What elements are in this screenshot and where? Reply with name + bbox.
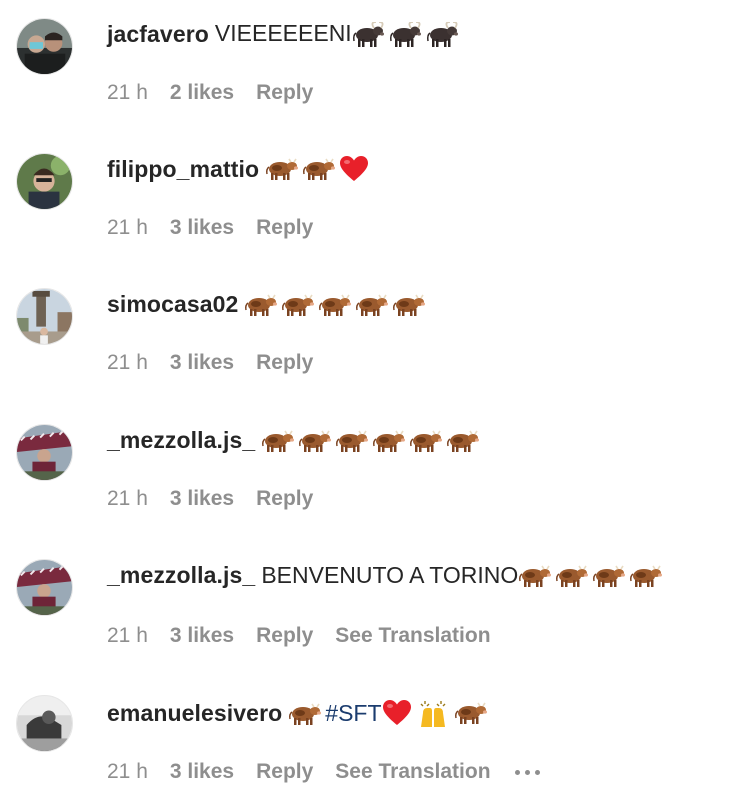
cow-emoji-icon (335, 429, 369, 453)
avatar[interactable] (16, 559, 73, 616)
emoji-group (265, 155, 372, 184)
cow-emoji-icon (409, 429, 443, 453)
emoji-group (261, 427, 483, 454)
likes-count[interactable]: 3 likes (170, 624, 234, 648)
raised-hands-emoji-icon (415, 698, 451, 728)
emoji-group (288, 700, 325, 727)
reply-button[interactable]: Reply (256, 81, 313, 105)
comment-text: BENVENUTO A TORINO (261, 562, 666, 589)
timestamp: 21 h (107, 81, 148, 104)
comment-meta: 21 h 3 likes Reply (107, 348, 335, 378)
username[interactable]: filippo_mattio (107, 156, 259, 183)
cow-emoji-icon (318, 293, 352, 317)
comment-line: simocasa02 (107, 284, 429, 324)
avatar[interactable] (16, 424, 73, 481)
ox-emoji-icon (352, 21, 386, 48)
ox-emoji-icon (426, 21, 460, 48)
cow-emoji-icon (392, 293, 426, 317)
cow-emoji-icon (355, 293, 389, 317)
more-options-icon[interactable] (514, 769, 540, 775)
see-translation-button[interactable]: See Translation (335, 624, 490, 648)
timestamp: 21 h (107, 216, 148, 239)
emoji-group (352, 20, 463, 48)
timestamp: 21 h (107, 760, 148, 783)
comment-line: _mezzolla.js_ BENVENUTO A TORINO (107, 555, 666, 595)
cow-emoji-icon (592, 564, 626, 588)
comment-line: emanuelesivero #SFT (107, 693, 491, 733)
username[interactable]: jacfavero (107, 21, 209, 48)
comment-item: simocasa02 21 h 3 likes Reply (0, 270, 730, 405)
cow-emoji-icon (288, 702, 322, 726)
comment-item: _mezzolla.js_ BENVENUTO A TORINO 21 h 3 … (0, 541, 730, 676)
comment-meta: 21 h 3 likes Reply See Translation (107, 621, 513, 651)
timestamp: 21 h (107, 351, 148, 374)
cow-emoji-icon (446, 429, 480, 453)
cow-emoji-icon (302, 157, 336, 181)
timestamp: 21 h (107, 624, 148, 647)
cow-emoji-icon (261, 429, 295, 453)
emoji-group (518, 562, 666, 589)
cow-emoji-icon (518, 564, 552, 588)
likes-count[interactable]: 2 likes (170, 81, 234, 105)
cow-emoji-icon (555, 564, 589, 588)
cow-emoji-icon (265, 157, 299, 181)
heart-emoji-icon (339, 155, 369, 183)
comment-item: emanuelesivero #SFT 21 h 3 likes Reply S… (0, 677, 730, 807)
cow-emoji-icon (629, 564, 663, 588)
comment-item: filippo_mattio 21 h 3 likes Reply (0, 135, 730, 270)
username[interactable]: emanuelesivero (107, 700, 282, 727)
avatar[interactable] (16, 153, 73, 210)
comment-line: _mezzolla.js_ (107, 420, 483, 460)
comment-line: filippo_mattio (107, 149, 372, 189)
comment-body: BENVENUTO A TORINO (261, 561, 519, 588)
username[interactable]: simocasa02 (107, 291, 238, 318)
avatar[interactable] (16, 18, 73, 75)
reply-button[interactable]: Reply (256, 487, 313, 511)
comment-text (244, 291, 429, 318)
reply-button[interactable]: Reply (256, 760, 313, 784)
comment-text (265, 155, 372, 184)
comment-text: VIEEEEEENI (215, 20, 463, 48)
hashtag-link[interactable]: #SFT (325, 700, 381, 727)
likes-count[interactable]: 3 likes (170, 760, 234, 784)
comment-meta: 21 h 3 likes Reply (107, 213, 335, 243)
comment-body: VIEEEEEENI (214, 20, 352, 47)
reply-button[interactable]: Reply (256, 216, 313, 240)
comment-text: #SFT (288, 698, 490, 728)
avatar[interactable] (16, 288, 73, 345)
cow-emoji-icon (298, 429, 332, 453)
timestamp: 21 h (107, 487, 148, 510)
comment-item: jacfavero VIEEEEEENI 21 h 2 likes Reply (0, 0, 730, 135)
comment-meta: 21 h 3 likes Reply See Translation (107, 757, 562, 787)
likes-count[interactable]: 3 likes (170, 351, 234, 375)
avatar[interactable] (16, 695, 73, 752)
likes-count[interactable]: 3 likes (170, 487, 234, 511)
cow-emoji-icon (372, 429, 406, 453)
reply-button[interactable]: Reply (256, 351, 313, 375)
see-translation-button[interactable]: See Translation (335, 760, 490, 784)
comment-line: jacfavero VIEEEEEENI (107, 14, 463, 54)
comment-meta: 21 h 2 likes Reply (107, 78, 335, 108)
username[interactable]: _mezzolla.js_ (107, 562, 255, 589)
comment-text (261, 427, 483, 454)
cow-emoji-icon (454, 701, 488, 725)
cow-emoji-icon (281, 293, 315, 317)
likes-count[interactable]: 3 likes (170, 216, 234, 240)
emoji-group (244, 291, 429, 318)
username[interactable]: _mezzolla.js_ (107, 427, 255, 454)
comment-item: _mezzolla.js_ 21 h 3 likes Reply (0, 406, 730, 541)
heart-emoji-icon (382, 699, 412, 727)
cow-emoji-icon (244, 293, 278, 317)
ox-emoji-icon (389, 21, 423, 48)
reply-button[interactable]: Reply (256, 624, 313, 648)
comment-meta: 21 h 3 likes Reply (107, 484, 335, 514)
emoji-group (382, 698, 491, 728)
